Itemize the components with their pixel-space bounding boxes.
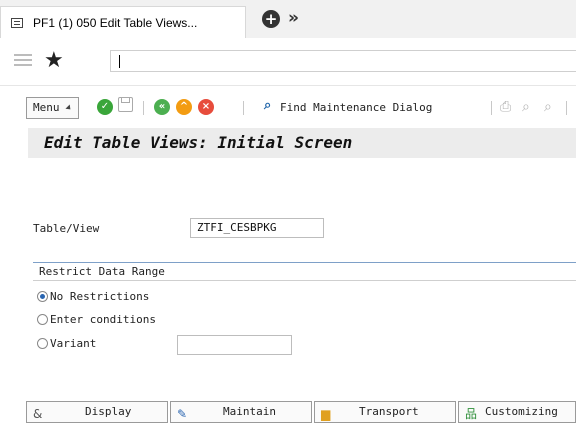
radio-enter-conditions[interactable]: Enter conditions <box>37 313 156 326</box>
table-view-label: Table/View <box>33 222 100 235</box>
find-next-icon: ⌕ <box>544 99 552 115</box>
maintain-button-label: Maintain <box>223 405 276 418</box>
transport-button[interactable]: ▆ Transport <box>314 401 456 423</box>
customizing-button-label: Customizing <box>485 405 558 418</box>
radio-no-restrictions[interactable]: No Restrictions <box>37 290 149 303</box>
more-tabs-icon[interactable]: » <box>288 8 299 28</box>
radio-label: No Restrictions <box>50 290 150 303</box>
truck-icon: ▆ <box>321 407 331 421</box>
bottom-button-bar: & Display ✎ Maintain ▆ Transport 品 Custo… <box>26 401 576 425</box>
glasses-icon: & <box>33 407 43 421</box>
enter-check-icon[interactable]: ✓ <box>97 99 113 115</box>
page-title: Edit Table Views: Initial Screen <box>28 128 576 158</box>
chevron-down-icon <box>64 104 73 112</box>
browser-tab[interactable]: PF1 (1) 050 Edit Table Views... <box>0 6 246 38</box>
menu-button-label: Menu <box>33 101 60 114</box>
window-icon <box>11 17 23 28</box>
favorite-star-icon[interactable]: ★ <box>44 48 64 73</box>
customizing-button[interactable]: 品 Customizing <box>458 401 576 423</box>
toolbar-separator <box>491 101 492 115</box>
toolbar-separator <box>143 101 144 115</box>
transport-button-label: Transport <box>359 405 419 418</box>
menu-button[interactable]: Menu <box>26 97 79 119</box>
browser-tab-title: PF1 (1) 050 Edit Table Views... <box>33 15 198 30</box>
radio-button[interactable] <box>37 338 48 349</box>
radio-variant[interactable]: Variant <box>37 337 96 350</box>
toolbar-separator <box>243 101 244 115</box>
maintain-button[interactable]: ✎ Maintain <box>170 401 312 423</box>
command-field[interactable] <box>110 50 576 72</box>
radio-button-checked[interactable] <box>37 291 48 302</box>
find-maintenance-dialog-button[interactable]: Find Maintenance Dialog <box>280 101 432 114</box>
save-icon[interactable] <box>118 97 133 112</box>
browser-tab-bar: PF1 (1) 050 Edit Table Views... + » <box>0 0 576 38</box>
radio-label: Enter conditions <box>50 313 156 326</box>
table-view-input[interactable]: ZTFI_CESBPKG <box>190 218 324 238</box>
variant-input[interactable] <box>177 335 292 355</box>
hierarchy-icon: 品 <box>465 407 478 421</box>
command-bar: ★ <box>0 38 576 86</box>
application-toolbar: Menu ✓ « ^ × ⌕ Find Maintenance Dialog ⎙… <box>0 96 576 122</box>
exit-icon[interactable]: ^ <box>176 99 192 115</box>
back-icon[interactable]: « <box>154 99 170 115</box>
radio-label: Variant <box>50 337 97 350</box>
new-tab-icon[interactable]: + <box>262 10 280 28</box>
display-button[interactable]: & Display <box>26 401 168 423</box>
radio-button[interactable] <box>37 314 48 325</box>
cancel-icon[interactable]: × <box>198 99 214 115</box>
restrict-data-range-group: Restrict Data Range No Restrictions Ente… <box>33 262 576 362</box>
binoculars-icon[interactable]: ⌕ <box>264 98 271 116</box>
toolbar-separator <box>566 101 567 115</box>
display-button-label: Display <box>85 405 132 418</box>
pencil-icon: ✎ <box>177 407 188 421</box>
print-icon: ⎙ <box>500 99 512 115</box>
group-header: Restrict Data Range <box>33 263 576 281</box>
text-caret <box>119 55 120 68</box>
find-icon: ⌕ <box>522 99 530 115</box>
menu-lines-icon[interactable] <box>14 54 32 68</box>
